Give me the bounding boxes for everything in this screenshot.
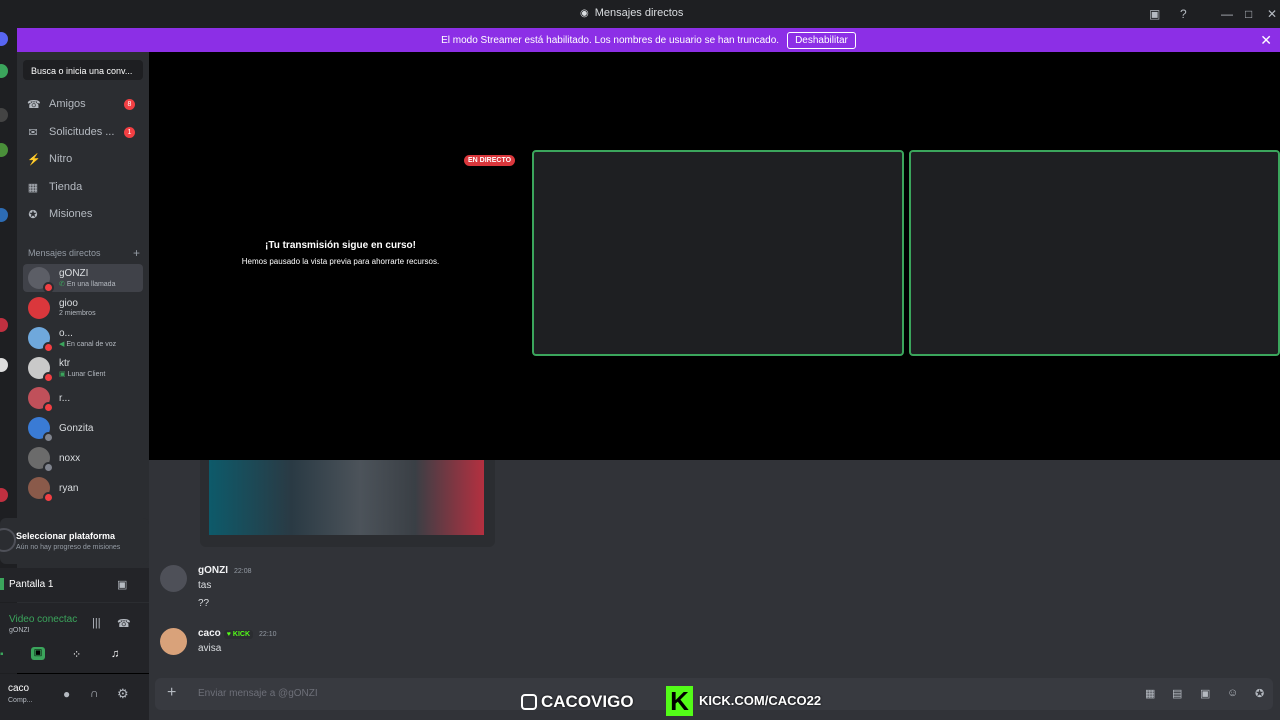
store-icon: ▦ [27, 181, 39, 194]
timestamp: 22:08 [234, 568, 252, 575]
settings-gear-icon[interactable]: ⚙ [117, 686, 129, 702]
status-dot [43, 492, 54, 503]
status-dot [43, 282, 54, 293]
image-attachment[interactable] [209, 460, 484, 535]
instagram-icon [521, 694, 537, 710]
dm-item[interactable]: Gonzita [23, 414, 143, 443]
screen-share-icon[interactable]: ▣ [31, 647, 45, 660]
dm-item[interactable]: gioo 2 miembros [23, 294, 143, 322]
screen-share-panel: Pantalla 1 ▣ [0, 568, 149, 602]
quests-icon: ✪ [28, 208, 38, 221]
camera-icon[interactable]: ▪ [0, 649, 4, 660]
dm-item[interactable]: noxx [23, 444, 143, 473]
close-window-icon[interactable]: ✕ [1267, 7, 1277, 21]
activities-icon[interactable]: ⁘ [72, 648, 81, 661]
status-dot [43, 432, 54, 443]
message-text: avisa [198, 643, 222, 654]
attach-plus-icon[interactable]: + [167, 684, 176, 702]
nav-store[interactable]: ▦ Tienda [27, 176, 145, 198]
dm-item[interactable]: ryan [23, 474, 143, 503]
quest-panel[interactable]: Seleccionar plataforma Aún no hay progre… [0, 518, 149, 564]
nav-nitro[interactable]: ⚡ Nitro [27, 148, 145, 170]
status-dot [43, 462, 54, 473]
apps-icon[interactable]: ✪ [1255, 687, 1264, 700]
search-input[interactable]: Busca o inicia una conv... [23, 60, 143, 80]
message-text: tas [198, 580, 212, 591]
disconnect-icon[interactable]: ☎ [117, 617, 131, 630]
server-icon[interactable] [0, 358, 8, 372]
server-icon[interactable] [0, 488, 8, 502]
video-tile[interactable] [532, 150, 904, 356]
kick-handle: KICK.COM/CACO22 [699, 693, 822, 708]
disable-streamer-button[interactable]: Deshabilitar [787, 31, 856, 49]
dm-item[interactable]: ktr ▣ Lunar Client [23, 354, 143, 383]
message-input[interactable]: Enviar mensaje a @gONZI [198, 688, 318, 699]
dm-header: Mensajes directos + [28, 246, 140, 260]
quest-icon [0, 528, 16, 552]
server-icon[interactable] [0, 143, 8, 157]
noise-suppression-icon[interactable]: ||| [92, 617, 101, 629]
friends-badge: 8 [124, 98, 135, 110]
author-name[interactable]: caco [198, 628, 221, 639]
speaker-icon: ◀ [59, 341, 65, 348]
dm-item[interactable]: gONZI ✆ En una llamada [23, 264, 143, 293]
inbox-icon[interactable]: ▣ [1149, 7, 1160, 21]
headphones-icon[interactable]: ∩ [90, 686, 99, 700]
kick-tag: ♥ KICK [223, 630, 254, 639]
requests-badge: 1 [124, 126, 135, 138]
kick-logo: K [666, 686, 693, 716]
gamepad-icon: ▣ [59, 371, 66, 378]
screen-icon [0, 578, 4, 590]
server-icon[interactable] [0, 64, 8, 78]
avatar [28, 297, 50, 319]
close-icon[interactable]: ✕ [1260, 32, 1272, 49]
video-tile[interactable] [909, 150, 1280, 356]
status-dot [43, 402, 54, 413]
avatar[interactable] [160, 565, 187, 592]
gif-icon[interactable]: ▤ [1172, 687, 1182, 700]
status-dot [43, 342, 54, 353]
dm-item[interactable]: r... [23, 384, 143, 413]
maximize-icon[interactable]: □ [1245, 7, 1252, 21]
nav-friends[interactable]: ☎ Amigos 8 [27, 93, 145, 115]
author-name[interactable]: gONZI [198, 565, 228, 576]
microphone-icon[interactable]: ● [63, 687, 70, 701]
gift-icon[interactable]: ▦ [1145, 687, 1155, 700]
call-icon: ✆ [59, 281, 65, 288]
title-bar: ◉ Mensajes directos ▣ ? — □ ✕ [0, 0, 1280, 28]
server-icon[interactable] [0, 108, 8, 122]
username[interactable]: caco [8, 683, 29, 694]
voice-panel: Video conectac gONZI ||| ☎ ▪ ▣ ⁘ ♫ [0, 603, 149, 673]
message-text: ?? [198, 598, 210, 609]
discord-icon: ◉ [580, 7, 589, 19]
minimize-icon[interactable]: — [1221, 7, 1233, 21]
streamer-mode-banner: El modo Streamer está habilitado. Los no… [17, 28, 1280, 52]
status-dot [43, 372, 54, 383]
timestamp: 22:10 [259, 631, 277, 638]
server-icon[interactable] [0, 32, 8, 46]
window-title: ◉ Mensajes directos [580, 7, 684, 19]
nav-quests[interactable]: ✪ Misiones [27, 203, 145, 225]
avatar[interactable] [160, 628, 187, 655]
user-panel: caco Comp... ● ∩ ⚙ [0, 674, 149, 720]
nav-requests[interactable]: ✉ Solicitudes ... 1 [27, 121, 145, 143]
stream-view: EN DIRECTO ¡Tu transmisión sigue en curs… [149, 52, 1280, 460]
envelope-icon: ✉ [28, 126, 38, 139]
dm-item[interactable]: o... ◀ En canal de voz [23, 324, 143, 353]
live-badge: EN DIRECTO [464, 155, 516, 166]
instagram-handle: CACOVIGO [541, 692, 634, 711]
new-dm-icon[interactable]: + [133, 246, 140, 260]
stream-title: ¡Tu transmisión sigue en curso! [265, 240, 416, 251]
emoji-icon[interactable]: ☺ [1227, 687, 1238, 699]
server-icon[interactable] [0, 208, 8, 222]
stream-subtitle: Hemos pausado la vista previa para ahorr… [241, 257, 440, 266]
help-icon[interactable]: ? [1180, 7, 1187, 21]
server-icon[interactable] [0, 318, 8, 332]
sticker-icon[interactable]: ▣ [1200, 687, 1210, 700]
friends-icon: ☎ [27, 98, 41, 111]
stop-stream-icon[interactable]: ▣ [117, 578, 127, 591]
soundboard-icon[interactable]: ♫ [111, 648, 119, 660]
nitro-icon: ⚡ [27, 153, 41, 166]
